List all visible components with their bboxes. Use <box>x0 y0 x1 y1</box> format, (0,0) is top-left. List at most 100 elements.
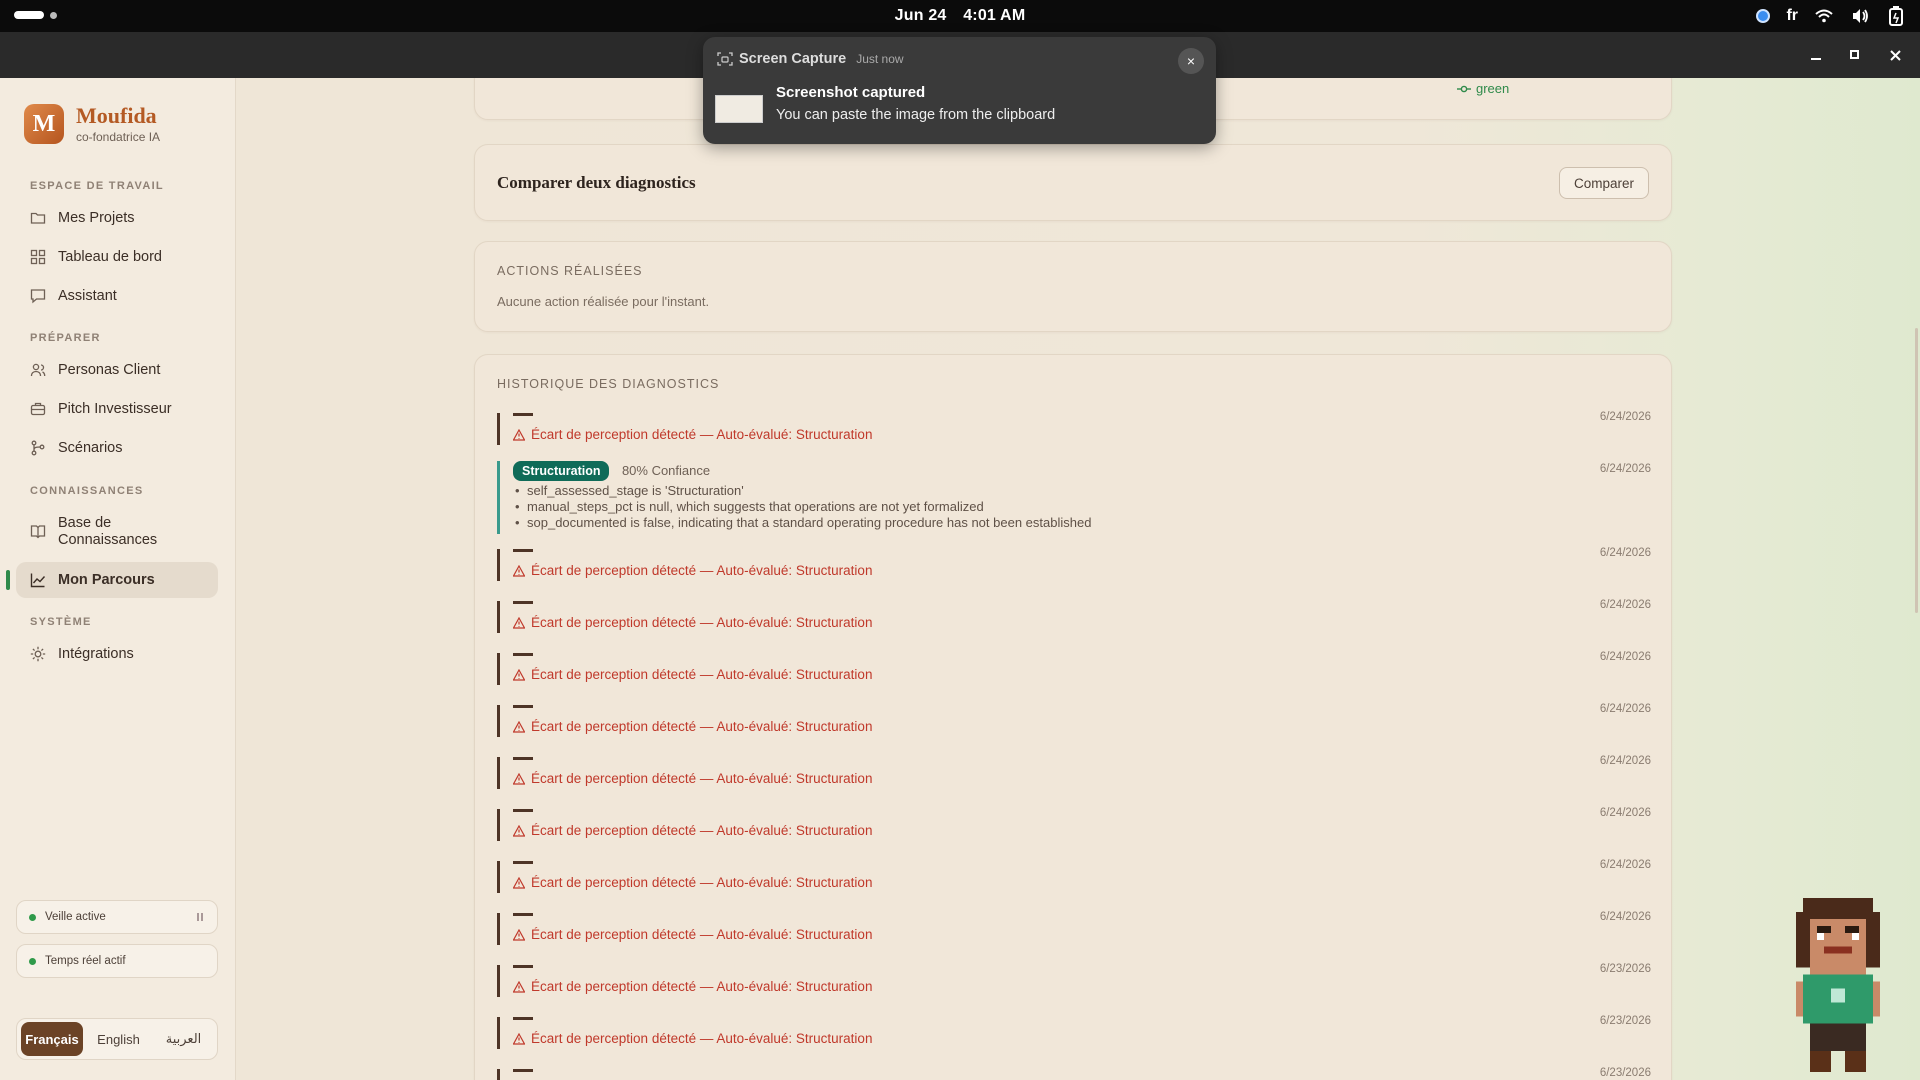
brand-subtitle: co-fondatrice IA <box>76 130 161 144</box>
sidebar-item-label: Intégrations <box>58 646 134 662</box>
avatar-character-icon[interactable] <box>1796 898 1880 1072</box>
sidebar-item-mes-projets[interactable]: Mes Projets <box>16 200 218 236</box>
minimize-icon[interactable] <box>1801 40 1831 70</box>
users-icon <box>30 363 46 377</box>
wifi-icon[interactable] <box>1814 6 1834 26</box>
status-tag: green <box>1457 81 1509 96</box>
lang-english[interactable]: English <box>89 1022 148 1056</box>
row-accent <box>497 549 500 581</box>
history-heading: HISTORIQUE DES DIAGNOSTICS <box>497 377 720 391</box>
warning-icon <box>513 980 525 993</box>
scrollbar[interactable] <box>1915 328 1918 613</box>
row-date: 6/24/2026 <box>1599 463 1651 475</box>
row-accent <box>497 413 500 445</box>
row-text: Écart de perception détecté — Auto-évalu… <box>531 979 873 994</box>
sidebar-item-personas-client[interactable]: Personas Client <box>16 352 218 388</box>
main-content: green Comparer deux diagnostics Comparer… <box>236 78 1920 1080</box>
sidebar: M Moufida co-fondatrice IA ESPACE DE TRA… <box>0 78 236 1080</box>
pause-icon[interactable] <box>197 913 203 921</box>
system-top-bar: Jun 24 4:01 AM fr <box>0 0 1920 32</box>
diagnostic-bullets: self_assessed_stage is 'Structuration' m… <box>527 483 1091 531</box>
status-temps-reel: Temps réel actif <box>16 944 218 978</box>
row-text: Écart de perception détecté — Auto-évalu… <box>531 927 873 942</box>
history-row[interactable]: Écart de perception détecté — Auto-évalu… <box>497 411 1651 445</box>
clock-date: Jun 24 <box>894 7 947 24</box>
row-date: 6/23/2026 <box>1599 1015 1651 1027</box>
sidebar-item-label: Scénarios <box>58 440 123 456</box>
row-date: 6/24/2026 <box>1599 651 1651 663</box>
sidebar-item-base-de-connaissances[interactable]: Base de Connaissances <box>16 510 218 554</box>
activities-button[interactable] <box>14 11 57 19</box>
row-dash <box>513 1069 533 1072</box>
history-row[interactable]: Écart de perception détecté — Auto-évalu… <box>497 547 1651 581</box>
sidebar-item-pitch-investisseur[interactable]: Pitch Investisseur <box>16 391 218 427</box>
row-warning: Écart de perception détecté — Auto-évalu… <box>513 979 872 994</box>
keyboard-language[interactable]: fr <box>1786 7 1798 25</box>
notification-toast[interactable]: Screen Capture Just now × Screenshot cap… <box>703 37 1216 144</box>
history-row-diagnostic[interactable]: Structuration 80% Confiance self_assesse… <box>497 461 1651 534</box>
toast-close-button[interactable]: × <box>1178 48 1204 74</box>
sidebar-item-tableau-de-bord[interactable]: Tableau de bord <box>16 239 218 275</box>
sidebar-item-assistant[interactable]: Assistant <box>16 278 218 314</box>
row-date: 6/24/2026 <box>1599 911 1651 923</box>
maximize-icon[interactable] <box>1840 40 1870 70</box>
row-date: 6/23/2026 <box>1599 963 1651 975</box>
row-warning: Écart de perception détecté — Auto-évalu… <box>513 823 872 838</box>
row-text: Écart de perception détecté — Auto-évalu… <box>531 615 873 630</box>
close-icon[interactable] <box>1880 40 1910 70</box>
row-accent <box>497 461 500 534</box>
row-dash <box>513 1017 533 1020</box>
history-row[interactable]: Écart de perception détecté — Auto-évalu… <box>497 859 1651 893</box>
actions-empty-text: Aucune action réalisée pour l'instant. <box>497 294 710 309</box>
row-warning: Écart de perception détecté — Auto-évalu… <box>513 667 872 682</box>
sidebar-item-scenarios[interactable]: Scénarios <box>16 430 218 466</box>
history-row[interactable]: Écart de perception détecté — Auto-évalu… <box>497 807 1651 841</box>
row-dash <box>513 653 533 656</box>
history-row[interactable]: Écart de perception détecté — Auto-évalu… <box>497 911 1651 945</box>
volume-icon[interactable] <box>1850 6 1870 26</box>
sidebar-item-label: Personas Client <box>58 362 161 378</box>
row-accent <box>497 653 500 685</box>
screenshot-thumbnail[interactable] <box>715 95 763 123</box>
actions-card: ACTIONS RÉALISÉES Aucune action réalisée… <box>474 241 1672 332</box>
status-label: Temps réel actif <box>45 955 126 967</box>
sidebar-item-label: Mon Parcours <box>58 572 155 588</box>
bullet: self_assessed_stage is 'Structuration' <box>527 483 1091 499</box>
row-date: 6/23/2026 <box>1599 1067 1651 1079</box>
row-warning: Écart de perception détecté — Auto-évalu… <box>513 427 872 442</box>
compare-button[interactable]: Comparer <box>1558 167 1649 199</box>
warning-icon <box>513 1032 525 1045</box>
history-row[interactable]: Écart de perception détecté — Auto-évalu… <box>497 703 1651 737</box>
branch-icon <box>31 440 45 456</box>
battery-icon[interactable] <box>1886 6 1906 26</box>
indicator-dot-icon[interactable] <box>1756 9 1771 23</box>
brand-name: Moufida <box>76 103 157 128</box>
active-indicator <box>6 570 10 590</box>
history-row[interactable]: Écart de perception détecté — Auto-évalu… <box>497 1015 1651 1049</box>
row-text: Écart de perception détecté — Auto-évalu… <box>531 719 873 734</box>
sidebar-item-integrations[interactable]: Intégrations <box>16 636 218 672</box>
history-row[interactable]: Écart de perception détecté — Auto-évalu… <box>497 963 1651 997</box>
warning-icon <box>513 772 525 785</box>
history-row[interactable]: 6/23/2026 <box>497 1067 1651 1080</box>
lang-francais[interactable]: Français <box>21 1022 83 1056</box>
warning-icon <box>513 564 525 577</box>
toast-body: You can paste the image from the clipboa… <box>776 107 1056 123</box>
sidebar-item-label: Mes Projets <box>58 210 135 226</box>
status-veille-active[interactable]: Veille active <box>16 900 218 934</box>
row-warning: Écart de perception détecté — Auto-évalu… <box>513 615 872 630</box>
sidebar-item-mon-parcours[interactable]: Mon Parcours <box>16 562 218 598</box>
sidebar-item-label: Assistant <box>58 288 117 304</box>
row-accent <box>497 601 500 633</box>
status-dot <box>29 957 36 965</box>
brand[interactable]: M Moufida co-fondatrice IA <box>24 104 160 144</box>
history-row[interactable]: Écart de perception détecté — Auto-évalu… <box>497 599 1651 633</box>
row-warning: Écart de perception détecté — Auto-évalu… <box>513 719 872 734</box>
lang-arabic[interactable]: العربية <box>154 1022 213 1056</box>
clock[interactable]: Jun 24 4:01 AM <box>0 7 1920 25</box>
row-accent <box>497 1069 500 1080</box>
history-row[interactable]: Écart de perception détecté — Auto-évalu… <box>497 755 1651 789</box>
history-row[interactable]: Écart de perception détecté — Auto-évalu… <box>497 651 1651 685</box>
row-accent <box>497 705 500 737</box>
toast-app-name: Screen Capture <box>739 51 847 67</box>
